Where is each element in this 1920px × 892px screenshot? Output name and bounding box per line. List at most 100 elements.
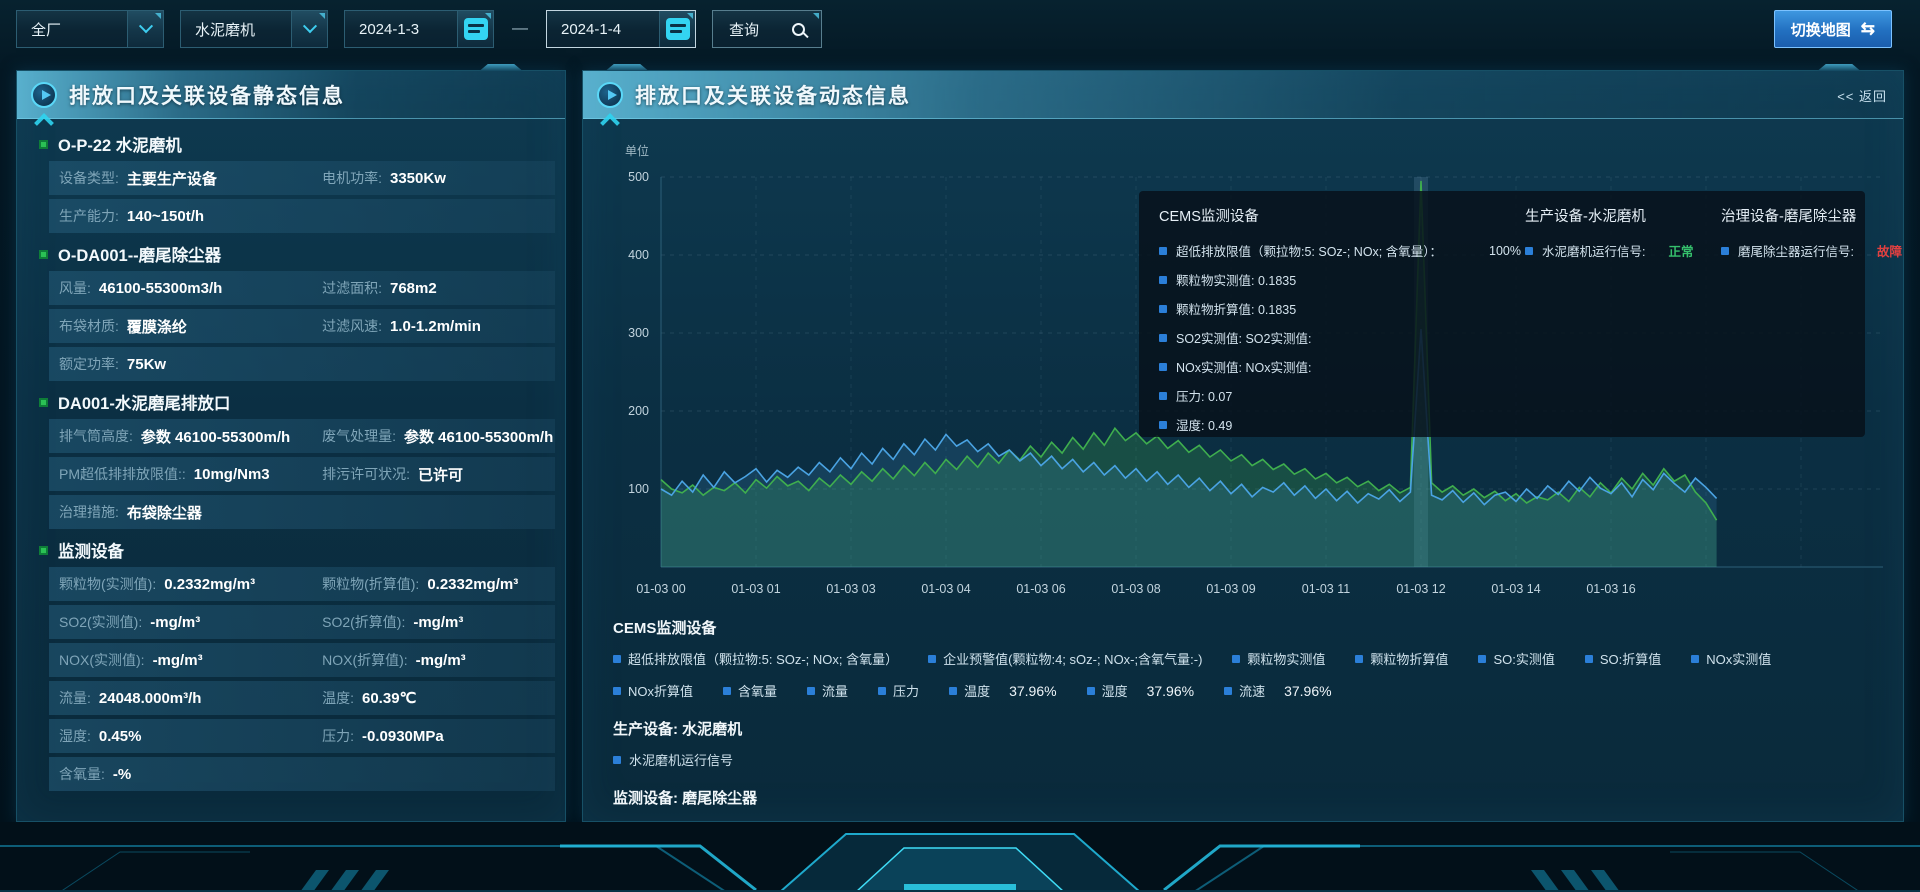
chevron-down-icon xyxy=(302,19,316,33)
field-value: 参数 46100-55300m/h xyxy=(404,426,553,447)
section-header: DA001-水泥磨尾排放口 xyxy=(25,385,557,419)
info-row: 颗粒物(实测值):0.2332mg/m³颗粒物(折算值):0.2332mg/m³ xyxy=(49,567,555,601)
legend-marker-icon xyxy=(1159,305,1167,313)
svg-text:500: 500 xyxy=(628,170,649,184)
info-field: 颗粒物(折算值):0.2332mg/m³ xyxy=(312,567,555,601)
legend-item[interactable]: 流速37.96% xyxy=(1224,681,1332,700)
tooltip-production-signal: 水泥磨机运行信号: 正常 xyxy=(1525,241,1721,260)
svg-text:01-03 00: 01-03 00 xyxy=(636,582,685,596)
plant-select[interactable]: 全厂 xyxy=(16,10,164,48)
date-to-input[interactable]: 2024-1-4 xyxy=(546,10,696,48)
legend-marker-icon xyxy=(1232,655,1240,663)
static-info-panel-title: 排放口及关联设备静态信息 xyxy=(69,80,345,110)
swap-arrows-icon: ⇆ xyxy=(1861,19,1875,39)
legend-marker-icon xyxy=(1721,247,1729,255)
field-value: 布袋除尘器 xyxy=(127,502,202,523)
panel-notch-decoration xyxy=(1809,64,1869,71)
field-value: -mg/m³ xyxy=(153,652,203,669)
tooltip-production-header: 生产设备-水泥磨机 xyxy=(1525,205,1721,226)
svg-text:01-03 01: 01-03 01 xyxy=(731,582,780,596)
field-label: 过滤风速: xyxy=(322,316,382,336)
chevron-down-icon xyxy=(138,19,152,33)
signal-label: 水泥磨机运行信号: xyxy=(1542,241,1645,260)
field-label: 额定功率: xyxy=(59,354,119,374)
field-value: 24048.000m³/h xyxy=(99,690,202,707)
switch-map-label: 切换地图 xyxy=(1791,19,1851,40)
monitor-signal-item[interactable]: 磨尾除尘器运行信号 xyxy=(613,819,1887,838)
date-from-input[interactable]: 2024-1-3 xyxy=(344,10,494,48)
legend-item[interactable]: 压力 xyxy=(878,681,919,700)
legend-item-label: 流量 xyxy=(822,681,848,700)
legend-item[interactable]: SO:实测值 xyxy=(1478,649,1554,668)
device-select-dropdown-button[interactable] xyxy=(291,11,327,47)
legend-item-label: 企业预警值(颗粒物:4; sOz-; NOx-;含氧气量:-) xyxy=(943,649,1202,668)
legend-item[interactable]: NOx实测值 xyxy=(1691,649,1771,668)
date-from-value: 2024-1-3 xyxy=(345,21,457,38)
tooltip-item-text: 颗粒物折算值: 0.1835 xyxy=(1176,299,1296,318)
info-field: NOX(实测值):-mg/m³ xyxy=(49,643,312,677)
date-to-picker-button[interactable] xyxy=(659,11,695,47)
field-label: 颗粒物(实测值): xyxy=(59,574,156,594)
field-label: PM超低排排放限值:: xyxy=(59,464,186,484)
field-label: 含氧量: xyxy=(59,764,105,784)
tooltip-item-text: SO2实测值: SO2实测值: xyxy=(1176,328,1311,347)
section-header: O-P-22 水泥磨机 xyxy=(25,127,557,161)
svg-text:400: 400 xyxy=(628,248,649,262)
field-value: 已许可 xyxy=(418,464,463,485)
query-button[interactable]: 查询 xyxy=(712,10,822,48)
legend-item[interactable]: 温度37.96% xyxy=(949,681,1057,700)
legend-item[interactable]: 含氧量 xyxy=(723,681,777,700)
field-value: 75Kw xyxy=(127,356,166,373)
field-label: 风量: xyxy=(59,278,91,298)
monitor-device-header: 监测设备: 磨尾除尘器 xyxy=(613,787,1887,808)
legend-item[interactable]: NOx折算值 xyxy=(613,681,693,700)
info-row: 流量:24048.000m³/h温度:60.39℃ xyxy=(49,681,555,715)
tooltip-cems-column: CEMS监测设备 超低排放限值（颗拉物:5: SOz-; NOx; 含氧量）：1… xyxy=(1159,205,1525,423)
info-field: 排气筒高度:参数 46100-55300m/h xyxy=(49,419,312,453)
legend-marker-icon xyxy=(928,655,936,663)
tooltip-cems-items: 超低排放限值（颗拉物:5: SOz-; NOx; 含氧量）：100%颗粒物实测值… xyxy=(1159,241,1525,434)
field-label: 排污许可状况: xyxy=(322,464,410,484)
back-button[interactable]: << 返回 xyxy=(1837,86,1887,105)
device-select[interactable]: 水泥磨机 xyxy=(180,10,328,48)
info-row: 风量:46100-55300m3/h过滤面积:768m2 xyxy=(49,271,555,305)
legend-item[interactable]: SO:折算值 xyxy=(1585,649,1661,668)
info-row: 生产能力:140~150t/h xyxy=(49,199,555,233)
info-row: 布袋材质:覆膜涤纶过滤风速:1.0-1.2m/min xyxy=(49,309,555,343)
green-square-icon xyxy=(39,250,48,259)
date-from-picker-button[interactable] xyxy=(457,11,493,47)
legend-item[interactable]: 企业预警值(颗粒物:4; sOz-; NOx-;含氧气量:-) xyxy=(928,649,1202,668)
svg-text:01-03 16: 01-03 16 xyxy=(1586,582,1635,596)
tooltip-item: 颗粒物实测值: 0.1835 xyxy=(1159,270,1525,289)
production-signal-item[interactable]: 水泥磨机运行信号 xyxy=(613,750,1887,769)
legend-item[interactable]: 湿度37.96% xyxy=(1087,681,1195,700)
tooltip-treatment-column: 治理设备-磨尾除尘器 磨尾除尘器运行信号: 故障 xyxy=(1721,205,1902,423)
svg-text:200: 200 xyxy=(628,404,649,418)
panel-notch-decoration xyxy=(597,64,657,71)
legend-marker-icon xyxy=(949,687,957,695)
svg-text:01-03 06: 01-03 06 xyxy=(1016,582,1065,596)
legend-row-2: NOx折算值 含氧量 流量 压力 温度37.96% 湿度37.96% 流速37.96% xyxy=(613,681,1887,700)
info-field: 治理措施:布袋除尘器 xyxy=(49,495,312,529)
dynamic-info-panel-header: 排放口及关联设备动态信息 xyxy=(583,71,1903,119)
legend-item[interactable]: 颗粒物折算值 xyxy=(1355,649,1448,668)
status-fault: 故障 xyxy=(1877,241,1902,260)
legend-cems-header: CEMS监测设备 xyxy=(613,617,1887,638)
legend-marker-icon xyxy=(1525,247,1533,255)
toolbar: 全厂 水泥磨机 2024-1-3 — 2024-1-4 查询 xyxy=(16,8,822,50)
switch-map-button[interactable]: 切换地图 ⇆ xyxy=(1774,10,1892,48)
search-icon xyxy=(792,23,805,36)
svg-text:01-03 11: 01-03 11 xyxy=(1302,582,1350,596)
field-value: 46100-55300m3/h xyxy=(99,280,222,297)
legend-item[interactable]: 颗粒物实测值 xyxy=(1232,649,1325,668)
signal-label: 磨尾除尘器运行信号: xyxy=(1738,241,1854,260)
legend-item[interactable]: 流量 xyxy=(807,681,848,700)
plant-select-dropdown-button[interactable] xyxy=(127,11,163,47)
field-label: 颗粒物(折算值): xyxy=(322,574,419,594)
legend-item-label: 湿度 xyxy=(1102,681,1128,700)
legend-item[interactable]: 超低排放限值（颗拉物:5: SOz-; NOx; 含氧量） xyxy=(613,649,898,668)
tooltip-production-column: 生产设备-水泥磨机 水泥磨机运行信号: 正常 xyxy=(1525,205,1721,423)
legend-marker-icon xyxy=(613,825,621,833)
legend-item-label: 超低排放限值（颗拉物:5: SOz-; NOx; 含氧量） xyxy=(628,649,898,668)
info-row: 含氧量:-% xyxy=(49,757,555,791)
